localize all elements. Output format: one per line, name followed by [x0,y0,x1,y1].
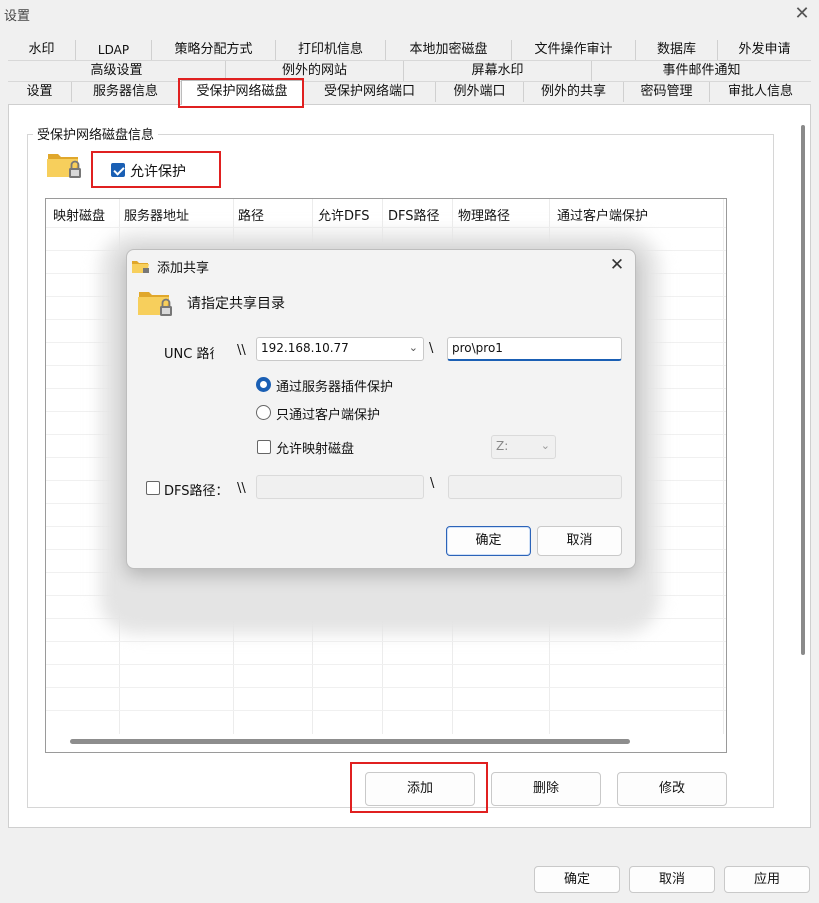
dialog-title: 添加共享 [157,261,210,276]
dialog-heading: 请指定共享目录 [187,296,285,312]
column-header[interactable]: DFS路径 [388,205,440,224]
drive-letter-select[interactable]: Z: ⌄ [491,435,556,459]
column-header[interactable]: 允许DFS [318,205,370,224]
column-header[interactable]: 服务器地址 [124,205,189,224]
radio-client-only-label: 只通过客户端保护 [276,408,381,423]
dfs-prefix: \\ [237,481,246,496]
apply-button[interactable]: 应用 [724,866,810,893]
dialog-cancel-button[interactable]: 取消 [537,526,622,556]
share-path-value: pro\pro1 [452,341,503,355]
dfs-path-checkbox[interactable] [146,481,160,495]
row-divider [46,687,726,688]
dialog-close-icon[interactable]: ✕ [605,253,629,277]
group-title: 受保护网络磁盘信息 [33,124,159,143]
tab-approver-info[interactable]: 审批人信息 [710,82,811,102]
tab-settings[interactable]: 设置 [8,82,72,102]
path-separator: \ [429,341,434,356]
drive-letter-value: Z: [496,439,509,453]
ok-button[interactable]: 确定 [534,866,620,893]
unc-prefix: \\ [237,343,246,358]
dialog-locked-folder-icon [137,284,175,320]
row-divider [46,710,726,711]
column-header[interactable]: 路径 [238,205,264,224]
row-divider [46,641,726,642]
tab-file-operation-audit[interactable]: 文件操作审计 [512,40,636,60]
row-divider [46,227,726,228]
tab-exception-ports[interactable]: 例外端口 [436,82,524,102]
active-tab-joint [182,103,302,106]
tab-outgoing-request[interactable]: 外发申请 [718,40,811,60]
radio-client-only[interactable] [256,405,271,420]
allow-protect-label: 允许保护 [130,164,186,180]
close-icon[interactable]: ✕ [790,2,814,26]
tab-advanced-settings[interactable]: 高级设置 [8,61,226,81]
tab-exception-websites[interactable]: 例外的网站 [226,61,404,81]
delete-button[interactable]: 删除 [491,772,601,806]
chevron-down-icon: ⌄ [540,439,550,452]
dfs-path-label: DFS路径： [164,484,229,499]
tab-protected-network-port[interactable]: 受保护网络端口 [304,82,436,102]
allow-map-drive-label: 允许映射磁盘 [276,442,355,457]
server-address-select[interactable]: 192.168.10.77 ⌄ [256,337,424,361]
allow-protect-check-box[interactable] [111,163,125,177]
window-title: 设置 [4,9,31,24]
row-divider [46,664,726,665]
cancel-button[interactable]: 取消 [629,866,715,893]
dialog-ok-button[interactable]: 确定 [446,526,531,556]
add-share-dialog: 添加共享 ✕ 请指定共享目录 UNC 路径 \\ 192.168.10.77 ⌄… [126,249,636,569]
dfs-path-input[interactable] [448,475,622,499]
radio-server-plugin[interactable] [256,377,271,392]
column-header[interactable]: 映射磁盘 [53,205,105,224]
tab-password-management[interactable]: 密码管理 [624,82,710,102]
tab-exception-shares[interactable]: 例外的共享 [524,82,624,102]
allow-map-drive-checkbox[interactable] [257,440,271,454]
horizontal-scrollbar[interactable] [70,739,630,744]
radio-server-plugin-label: 通过服务器插件保护 [276,380,394,395]
column-header[interactable]: 物理路径 [458,205,510,224]
tab-ldap[interactable]: LDAP [76,40,152,60]
title-bar: 设置 ✕ [0,0,819,30]
tab-printer-info[interactable]: 打印机信息 [276,40,386,60]
column-header[interactable]: 通过客户端保护 [557,205,648,224]
server-address-value: 192.168.10.77 [261,341,349,355]
add-button[interactable]: 添加 [365,772,475,806]
share-path-input[interactable]: pro\pro1 [447,337,622,361]
tab-server-info[interactable]: 服务器信息 [72,82,180,102]
tab-database[interactable]: 数据库 [636,40,718,60]
dfs-separator: \ [430,476,435,491]
tab-watermark[interactable]: 水印 [8,40,76,60]
modify-button[interactable]: 修改 [617,772,727,806]
tab-event-email-notify[interactable]: 事件邮件通知 [592,61,811,81]
locked-folder-icon [46,146,84,182]
tab-local-encrypted-disk[interactable]: 本地加密磁盘 [386,40,512,60]
tab-policy-assignment[interactable]: 策略分配方式 [152,40,276,60]
unc-path-label: UNC 路径 [164,347,214,361]
dfs-server-input[interactable] [256,475,424,499]
dialog-folder-icon [131,257,151,275]
vertical-scrollbar[interactable] [801,125,805,655]
column-divider [723,199,724,734]
chevron-down-icon: ⌄ [408,341,418,354]
tab-screen-watermark[interactable]: 屏幕水印 [404,61,592,81]
